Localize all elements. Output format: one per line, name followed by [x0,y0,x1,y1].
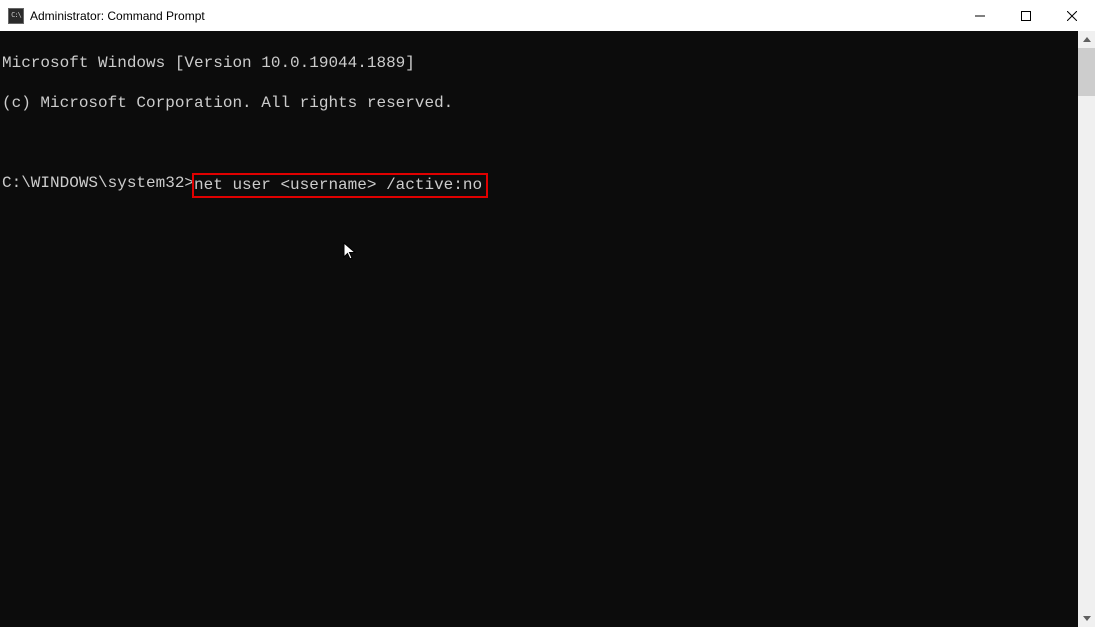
maximize-icon [1021,11,1031,21]
prompt-line: C:\WINDOWS\system32>net user <username> … [2,173,1078,198]
cmd-icon: C:\ [8,8,24,24]
command-text: net user <username> /active:no [194,176,482,194]
scroll-thumb[interactable] [1078,48,1095,96]
vertical-scrollbar[interactable] [1078,31,1095,627]
window-title: Administrator: Command Prompt [30,9,205,23]
command-highlight: net user <username> /active:no [192,173,488,198]
close-icon [1067,11,1077,21]
maximize-button[interactable] [1003,0,1049,31]
scroll-down-arrow[interactable] [1078,610,1095,627]
close-button[interactable] [1049,0,1095,31]
minimize-button[interactable] [957,0,1003,31]
terminal[interactable]: Microsoft Windows [Version 10.0.19044.18… [0,31,1078,627]
version-line: Microsoft Windows [Version 10.0.19044.18… [2,53,1078,73]
chevron-down-icon [1083,616,1091,621]
blank-line [2,133,1078,153]
copyright-line: (c) Microsoft Corporation. All rights re… [2,93,1078,113]
chevron-up-icon [1083,37,1091,42]
window-controls [957,0,1095,31]
minimize-icon [975,11,985,21]
scroll-up-arrow[interactable] [1078,31,1095,48]
prompt-text: C:\WINDOWS\system32> [2,173,194,193]
console-area: Microsoft Windows [Version 10.0.19044.18… [0,31,1095,627]
titlebar-left: C:\ Administrator: Command Prompt [0,8,205,24]
titlebar: C:\ Administrator: Command Prompt [0,0,1095,31]
